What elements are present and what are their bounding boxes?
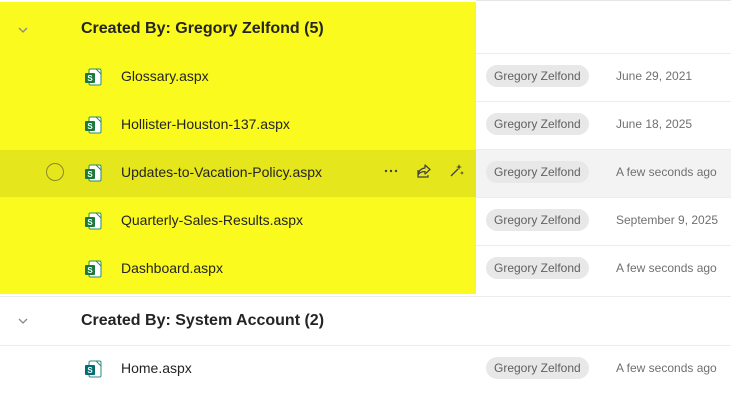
modified-date: A few seconds ago <box>616 165 717 179</box>
list-row[interactable]: S Hollister-Houston-137.aspx Gregory Zel… <box>0 101 731 148</box>
header-divider <box>476 0 731 1</box>
modified-date: September 9, 2025 <box>616 213 719 227</box>
svg-text:S: S <box>87 74 93 83</box>
more-options-icon[interactable] <box>382 162 400 180</box>
group-title: Created By: System Account (2) <box>81 312 325 329</box>
file-name-link[interactable]: Updates-to-Vacation-Policy.aspx <box>121 164 322 180</box>
file-name-link[interactable]: Dashboard.aspx <box>121 260 223 276</box>
modified-by-pill[interactable]: Gregory Zelfond <box>486 209 589 231</box>
modified-date: A few seconds ago <box>616 261 717 275</box>
copilot-sparkle-icon[interactable] <box>447 162 465 180</box>
group-header-system[interactable]: Created By: System Account (2) <box>0 296 731 345</box>
list-row[interactable]: S Dashboard.aspx Gregory Zelfond A few s… <box>0 245 731 292</box>
file-name-link[interactable]: Hollister-Houston-137.aspx <box>121 116 290 132</box>
sharepoint-page-icon: S <box>85 164 102 182</box>
svg-text:S: S <box>87 170 93 179</box>
file-name-link[interactable]: Quarterly-Sales-Results.aspx <box>121 212 303 228</box>
row-select-radio[interactable] <box>46 163 64 181</box>
svg-text:S: S <box>87 218 93 227</box>
share-icon[interactable] <box>415 162 433 180</box>
sharepoint-page-icon: S <box>85 360 102 378</box>
modified-date: A few seconds ago <box>616 361 717 375</box>
modified-by-pill[interactable]: Gregory Zelfond <box>486 113 589 135</box>
list-row[interactable]: S Glossary.aspx Gregory Zelfond June 29,… <box>0 53 731 100</box>
modified-by-pill[interactable]: Gregory Zelfond <box>486 65 589 87</box>
list-row[interactable]: S Home.aspx Gregory Zelfond A few second… <box>0 345 731 392</box>
svg-text:S: S <box>87 122 93 131</box>
svg-text:S: S <box>87 366 93 375</box>
file-name-link[interactable]: Home.aspx <box>121 360 192 376</box>
chevron-down-icon[interactable] <box>16 23 30 37</box>
sharepoint-page-icon: S <box>85 260 102 278</box>
group-title: Created By: Gregory Zelfond (5) <box>81 20 324 37</box>
sharepoint-page-icon: S <box>85 116 102 134</box>
modified-date: June 29, 2021 <box>616 69 693 83</box>
file-name-link[interactable]: Glossary.aspx <box>121 68 209 84</box>
sharepoint-page-icon: S <box>85 68 102 86</box>
group-header-gregory[interactable]: Created By: Gregory Zelfond (5) <box>0 2 731 54</box>
chevron-down-icon[interactable] <box>16 314 30 328</box>
modified-by-pill[interactable]: Gregory Zelfond <box>486 357 589 379</box>
svg-text:S: S <box>87 266 93 275</box>
sharepoint-page-icon: S <box>85 212 102 230</box>
modified-by-pill[interactable]: Gregory Zelfond <box>486 257 589 279</box>
list-row-hovered[interactable]: S Updates-to-Vacation-Policy.aspx Gregor… <box>0 149 731 196</box>
modified-by-pill[interactable]: Gregory Zelfond <box>486 161 589 183</box>
list-row[interactable]: S Quarterly-Sales-Results.aspx Gregory Z… <box>0 197 731 244</box>
modified-date: June 18, 2025 <box>616 117 693 131</box>
